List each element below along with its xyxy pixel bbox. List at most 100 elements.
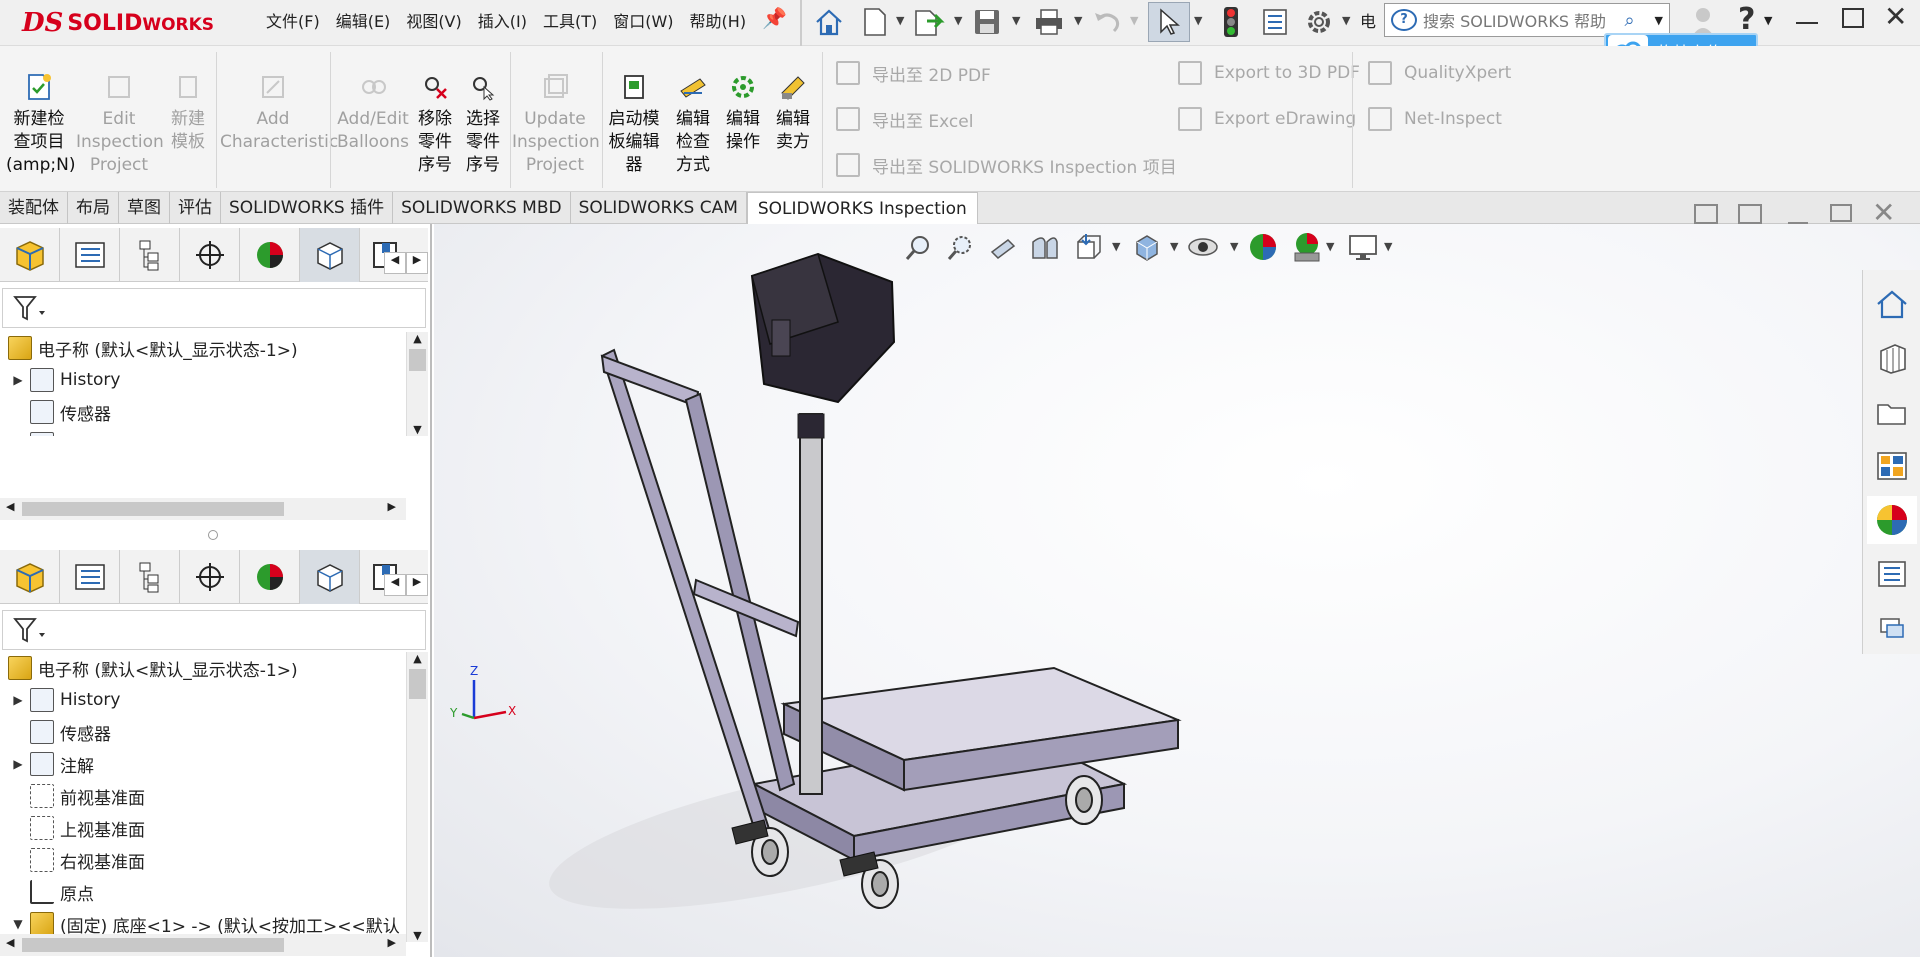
configurationmanager-tab-icon[interactable] (120, 228, 180, 282)
scroll-up-icon[interactable]: ▲ (407, 652, 428, 665)
scroll-thumb[interactable] (22, 502, 284, 516)
solidworks-logo[interactable]: DS SOLIDWORKS (22, 2, 222, 44)
expand-arrow-icon[interactable]: ▶ (10, 757, 26, 771)
add-edit-balloons-button[interactable]: Add/Edit Balloons (334, 66, 412, 154)
menu-file[interactable]: 文件(F) (258, 6, 328, 38)
appearances-icon[interactable] (1867, 496, 1917, 544)
export-excel-button[interactable]: 导出至 Excel (836, 104, 973, 134)
tree-item[interactable]: 电子称 (默认<默认_显示状态-1>) (0, 332, 404, 364)
hide-show-dropdown-icon[interactable]: ▼ (1230, 240, 1238, 253)
tree-item[interactable]: 上视基准面 (0, 812, 404, 844)
propertymanager-tab-icon[interactable] (60, 550, 120, 604)
help-icon[interactable]: ? (1738, 2, 1755, 37)
tree-filter-top[interactable] (2, 288, 426, 328)
tree-item[interactable]: 右视基准面 (0, 844, 404, 876)
menu-help[interactable]: 帮助(H) (682, 6, 755, 38)
scene-dropdown-icon[interactable]: ▼ (1326, 240, 1334, 253)
vertical-scrollbar-top[interactable]: ▲ ▼ (406, 332, 428, 436)
scroll-down-icon[interactable]: ▼ (407, 929, 428, 942)
print-dropdown-icon[interactable]: ▼ (1074, 14, 1082, 27)
featuremanager-tab-icon[interactable] (0, 550, 60, 604)
menu-edit[interactable]: 编辑(E) (328, 6, 399, 38)
select-balloon-button[interactable]: 选择 零件 序号 (462, 66, 504, 177)
help-search-input[interactable]: 搜索 SOLIDWORKS 帮助 (1423, 8, 1625, 32)
template-editor-button[interactable]: 启动模 板编辑 器 (606, 66, 662, 177)
tree-item[interactable]: ▶ History (0, 364, 404, 396)
search-dropdown-icon[interactable]: ▼ (1655, 14, 1663, 27)
tab-addins[interactable]: SOLIDWORKS 插件 (221, 192, 394, 224)
zoom-to-area-icon[interactable] (942, 228, 980, 266)
edit-vendor-button[interactable]: 编辑 卖方 (770, 66, 816, 154)
tile-left-icon[interactable] (1694, 204, 1718, 224)
tab-inspection[interactable]: SOLIDWORKS Inspection (746, 192, 978, 224)
tab-sketch[interactable]: 草图 (119, 192, 170, 224)
vertical-scrollbar-bottom[interactable]: ▲ ▼ (406, 652, 428, 942)
expand-arrow-icon[interactable]: ▼ (10, 917, 26, 931)
forum-icon[interactable] (1867, 604, 1917, 652)
tile-right-icon[interactable] (1738, 204, 1762, 224)
scroll-right-icon[interactable]: ▶ (388, 500, 396, 513)
custom-properties-icon[interactable] (1867, 550, 1917, 598)
display-style-icon[interactable] (1128, 228, 1166, 266)
traffic-light-icon[interactable] (1212, 3, 1250, 41)
graphics-area[interactable]: Z X Y (434, 224, 1920, 957)
undo-dropdown-icon[interactable]: ▼ (1130, 14, 1138, 27)
zoom-to-fit-icon[interactable] (900, 228, 938, 266)
home-icon[interactable] (810, 3, 848, 41)
apply-scene-icon[interactable] (1288, 228, 1326, 266)
tree-item[interactable]: 传感器 (0, 396, 404, 428)
featuremanager-tab-icon[interactable] (0, 228, 60, 282)
scroll-thumb[interactable] (22, 938, 284, 952)
undo-icon[interactable] (1088, 3, 1126, 41)
save-icon[interactable] (968, 3, 1006, 41)
options-gear-icon[interactable] (1300, 3, 1338, 41)
display-manager-tab-icon[interactable] (240, 550, 300, 604)
tab-assembly[interactable]: 装配体 (0, 192, 68, 224)
pin-icon[interactable]: 📌 (762, 6, 787, 30)
net-inspect-button[interactable]: Net-Inspect (1368, 104, 1502, 134)
search-icon[interactable]: ⌕ (1625, 10, 1649, 31)
display-manager-tab-icon[interactable] (240, 228, 300, 282)
new-document-icon[interactable] (856, 3, 894, 41)
export-2d-pdf-button[interactable]: 导出至 2D PDF (836, 58, 991, 88)
save-dropdown-icon[interactable]: ▼ (1012, 14, 1020, 27)
export-edrawing-button[interactable]: Export eDrawing (1178, 104, 1356, 134)
update-inspection-project-button[interactable]: Update Inspection Project (512, 66, 600, 177)
cam-tab-icon[interactable] (300, 228, 360, 282)
menu-window[interactable]: 窗口(W) (605, 6, 681, 38)
horizontal-scrollbar-bottom[interactable]: ◀ ▶ (0, 934, 406, 956)
tree-item[interactable]: 传感器 (0, 716, 404, 748)
tab-scroll-arrows[interactable]: ◀ ▶ (384, 574, 428, 596)
view-settings-icon[interactable] (1344, 228, 1382, 266)
scroll-thumb[interactable] (409, 349, 426, 371)
select-arrow-icon[interactable] (1148, 2, 1190, 42)
tree-item[interactable]: 原点 (0, 876, 404, 908)
tab-scroll-arrows[interactable]: ◀ ▶ (384, 252, 428, 274)
options-dropdown-icon[interactable]: ▼ (1342, 14, 1350, 27)
help-dropdown-icon[interactable]: ▼ (1764, 14, 1772, 27)
qualityxpert-button[interactable]: QualityXpert (1368, 58, 1511, 88)
tree-item[interactable]: 电子称 (默认<默认_显示状态-1>) (0, 652, 404, 684)
scale-trolley-model[interactable] (434, 224, 1920, 957)
tab-evaluate[interactable]: 评估 (170, 192, 221, 224)
edit-appearance-icon[interactable] (1244, 228, 1282, 266)
menu-insert[interactable]: 插入(I) (470, 6, 535, 38)
display-style-dropdown-icon[interactable]: ▼ (1170, 240, 1178, 253)
sw-resources-icon[interactable] (1867, 280, 1917, 328)
panel-splitter-handle[interactable] (208, 530, 218, 540)
dimxpert-tab-icon[interactable] (180, 550, 240, 604)
file-explorer-icon[interactable] (1867, 388, 1917, 436)
scroll-left-icon[interactable]: ◀ (6, 500, 14, 513)
previous-view-icon[interactable] (984, 228, 1022, 266)
tree-item[interactable]: ▶ 注解 (0, 748, 404, 780)
view-orientation-icon[interactable] (1068, 228, 1106, 266)
new-dropdown-icon[interactable]: ▼ (896, 14, 904, 27)
scroll-right-icon[interactable]: ▶ (388, 936, 396, 949)
cam-tab-icon[interactable] (300, 550, 360, 604)
file-properties-icon[interactable] (1256, 3, 1294, 41)
tab-cam[interactable]: SOLIDWORKS CAM (571, 192, 747, 224)
menu-tools[interactable]: 工具(T) (535, 6, 605, 38)
menu-view[interactable]: 视图(V) (398, 6, 469, 38)
doc-restore-icon[interactable] (1830, 204, 1852, 222)
tree-filter-bottom[interactable] (2, 610, 426, 650)
